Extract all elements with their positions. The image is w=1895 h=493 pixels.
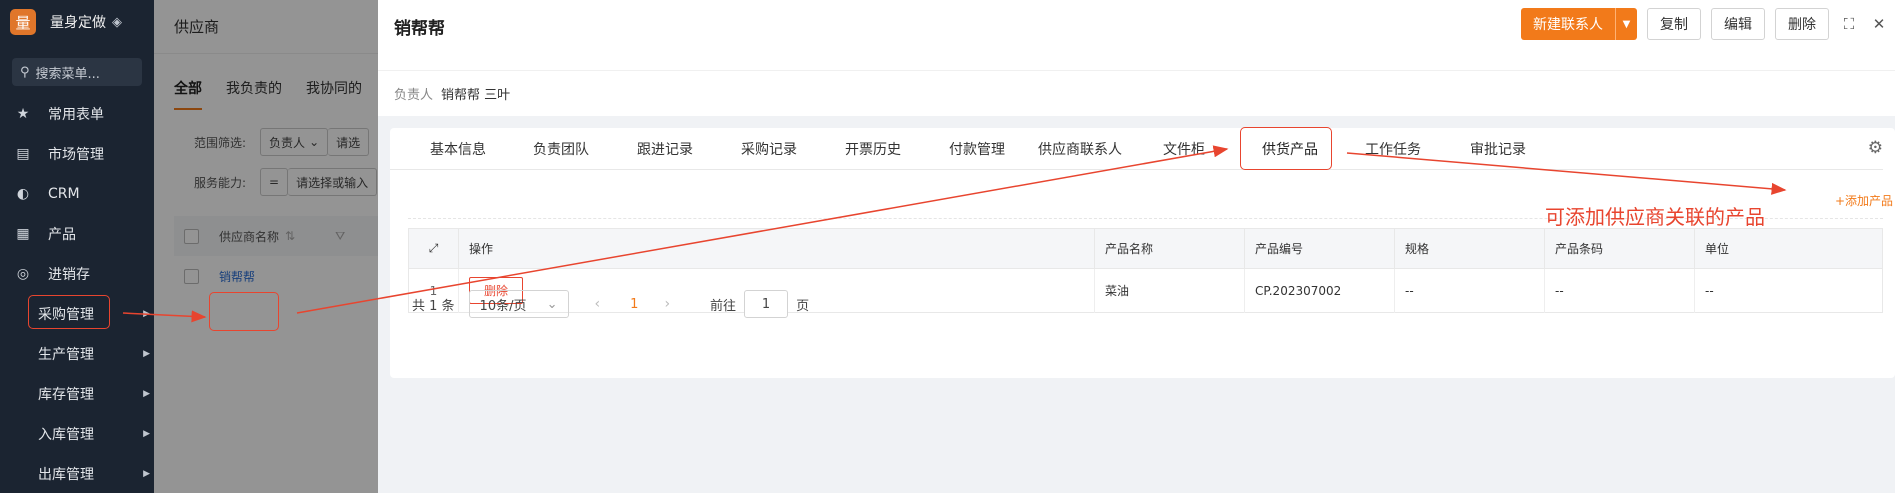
brand-logo: 量 bbox=[10, 9, 36, 35]
column-unit: 单位 bbox=[1694, 228, 1883, 269]
table-header-row: ⤢ 操作 产品名称 产品编号 规格 产品条码 单位 bbox=[408, 228, 1883, 269]
caret-right-icon: ▶ bbox=[143, 429, 150, 439]
goto-label: 前往 bbox=[710, 298, 737, 314]
menu-item-marketing[interactable]: ▤ 市场管理 bbox=[0, 134, 154, 174]
prev-page-icon[interactable]: ‹ bbox=[595, 296, 601, 312]
sidebar-item-label: 入库管理 bbox=[38, 427, 94, 443]
drawer-header: 销帮帮 新建联系人 ▼ 复制 编辑 删除 ⛶ ✕ bbox=[378, 0, 1895, 70]
new-contact-label: 新建联系人 bbox=[1533, 17, 1603, 33]
owner-value: 销帮帮 三叶 bbox=[441, 88, 511, 103]
search-icon: ⚲ bbox=[20, 64, 30, 80]
caret-right-icon: ▶ bbox=[143, 349, 150, 359]
tab-file-cabinet[interactable]: 文件柜 bbox=[1163, 128, 1205, 170]
tab-team[interactable]: 负责团队 bbox=[533, 128, 589, 170]
caret-right-icon: ▶ bbox=[143, 309, 150, 319]
highlight-active-tab bbox=[1240, 127, 1332, 170]
sidebar-item-label: 出库管理 bbox=[38, 467, 94, 483]
cell-unit: -- bbox=[1705, 283, 1714, 298]
cell-barcode: -- bbox=[1544, 268, 1695, 313]
detail-tabs: 基本信息 负责团队 跟进记录 采购记录 开票历史 付款管理 供应商联系人 文件柜… bbox=[390, 128, 1883, 170]
page-size-value: 10条/页 bbox=[479, 298, 527, 314]
add-product-button[interactable]: +添加产品 bbox=[1835, 192, 1893, 209]
current-page[interactable]: 1 bbox=[630, 297, 638, 312]
next-page-icon[interactable]: › bbox=[664, 296, 670, 312]
tab-invoice-history[interactable]: 开票历史 bbox=[845, 128, 901, 170]
cycle-icon: ◎ bbox=[16, 266, 30, 282]
caret-right-icon: ▶ bbox=[143, 469, 150, 479]
column-product-name: 产品名称 bbox=[1094, 228, 1245, 269]
edit-button[interactable]: 编辑 bbox=[1711, 8, 1765, 40]
new-contact-button[interactable]: 新建联系人 ▼ bbox=[1521, 8, 1637, 40]
sidebar-item-production[interactable]: 生产管理 ▶ bbox=[0, 334, 154, 374]
sidebar-item-outbound[interactable]: 出库管理 ▶ bbox=[0, 454, 154, 493]
goto-page: 前往 1 页 bbox=[710, 290, 809, 318]
tab-follow-up[interactable]: 跟进记录 bbox=[637, 128, 693, 170]
sidebar-item-stock[interactable]: 库存管理 ▶ bbox=[0, 374, 154, 414]
cell-product-name: 菜油 bbox=[1094, 268, 1245, 313]
drawer-title: 销帮帮 bbox=[394, 19, 445, 39]
tab-basic-info[interactable]: 基本信息 bbox=[430, 128, 486, 170]
brand: 量 量身定做 ◈ bbox=[0, 0, 154, 44]
column-action: 操作 bbox=[458, 228, 1095, 269]
sidebar-item-label: 库存管理 bbox=[38, 387, 94, 403]
pie-chart-icon: ◐ bbox=[16, 186, 30, 202]
pagination-total: 共 1 条 bbox=[412, 298, 455, 314]
pagination: 共 1 条 10条/页 ⌄ ‹ 1 › 前往 1 页 bbox=[412, 288, 809, 320]
sidebar-item-inbound[interactable]: 入库管理 ▶ bbox=[0, 414, 154, 454]
annotation-text: 可添加供应商关联的产品 bbox=[1545, 205, 1765, 229]
gear-icon[interactable]: ⚙ bbox=[1868, 138, 1883, 158]
modal-overlay[interactable] bbox=[154, 0, 378, 493]
diamond-icon: ◈ bbox=[112, 14, 122, 30]
close-icon[interactable]: ✕ bbox=[1869, 8, 1889, 40]
chevron-down-icon[interactable]: ▼ bbox=[1615, 8, 1637, 40]
owner-label: 负责人 bbox=[394, 88, 434, 103]
page-size-select[interactable]: 10条/页 ⌄ bbox=[468, 290, 569, 318]
sidebar-item-label: 生产管理 bbox=[38, 347, 94, 363]
caret-right-icon: ▶ bbox=[143, 389, 150, 399]
menu-item-product[interactable]: ▦ 产品 bbox=[0, 214, 154, 254]
menu-item-label: 常用表单 bbox=[48, 107, 104, 123]
tab-tasks[interactable]: 工作任务 bbox=[1365, 128, 1421, 170]
chevron-down-icon: ⌄ bbox=[546, 296, 558, 312]
fullscreen-icon[interactable]: ⛶ bbox=[1839, 8, 1859, 40]
sidebar: 量 量身定做 ◈ ⚲ 搜索菜单... ★ 常用表单 ▤ 市场管理 ◐ CRM ▦… bbox=[0, 0, 154, 493]
owner-info: 负责人 销帮帮 三叶 bbox=[378, 70, 1895, 116]
expand-icon[interactable]: ⤢ bbox=[408, 228, 459, 269]
menu-search-input[interactable]: ⚲ 搜索菜单... bbox=[12, 58, 142, 86]
detail-panel: 基本信息 负责团队 跟进记录 采购记录 开票历史 付款管理 供应商联系人 文件柜… bbox=[390, 127, 1895, 378]
menu-item-common-forms[interactable]: ★ 常用表单 bbox=[0, 94, 154, 134]
tab-payment[interactable]: 付款管理 bbox=[949, 128, 1005, 170]
cell-spec: -- bbox=[1394, 268, 1545, 313]
tab-purchase-records[interactable]: 采购记录 bbox=[741, 128, 797, 170]
tab-approvals[interactable]: 审批记录 bbox=[1470, 128, 1526, 170]
copy-button[interactable]: 复制 bbox=[1647, 8, 1701, 40]
highlight-supplier-link bbox=[209, 292, 279, 331]
goto-page-input[interactable]: 1 bbox=[744, 290, 789, 318]
menu-item-inventory[interactable]: ◎ 进销存 bbox=[0, 254, 154, 294]
supplier-detail-drawer: 销帮帮 新建联系人 ▼ 复制 编辑 删除 ⛶ ✕ 负责人 销帮帮 三叶 基本信息… bbox=[378, 0, 1895, 493]
menu-item-label: 市场管理 bbox=[48, 147, 104, 163]
tab-supplier-contacts[interactable]: 供应商联系人 bbox=[1038, 128, 1122, 170]
column-spec: 规格 bbox=[1394, 228, 1545, 269]
highlight-purchase-menu bbox=[28, 295, 110, 329]
column-product-code: 产品编号 bbox=[1244, 228, 1395, 269]
cubes-icon: ▦ bbox=[16, 226, 30, 242]
brand-name[interactable]: 量身定做 bbox=[50, 12, 106, 32]
menu-item-crm[interactable]: ◐ CRM bbox=[0, 174, 154, 214]
star-icon: ★ bbox=[16, 106, 30, 122]
menu-item-label: 进销存 bbox=[48, 267, 90, 283]
goto-suffix: 页 bbox=[796, 298, 810, 314]
clipboard-icon: ▤ bbox=[16, 146, 30, 162]
menu-item-label: CRM bbox=[48, 186, 80, 202]
column-barcode: 产品条码 bbox=[1544, 228, 1695, 269]
delete-button[interactable]: 删除 bbox=[1775, 8, 1829, 40]
cell-product-code: CP.202307002 bbox=[1244, 268, 1395, 313]
menu-search-placeholder: 搜索菜单... bbox=[35, 66, 100, 82]
menu-item-label: 产品 bbox=[48, 227, 76, 243]
drawer-actions: 新建联系人 ▼ 复制 编辑 删除 ⛶ ✕ bbox=[1521, 8, 1889, 40]
